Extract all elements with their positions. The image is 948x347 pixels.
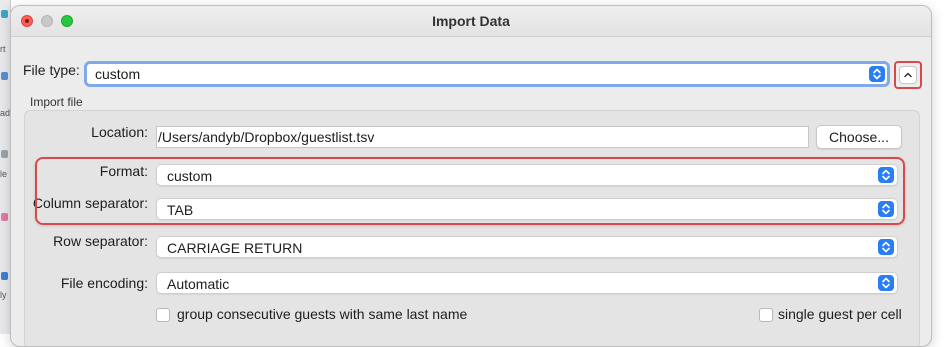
app-icon [1, 10, 8, 18]
format-separator-highlight [35, 157, 905, 225]
file-encoding-select[interactable]: Automatic [156, 272, 898, 294]
chevron-up-icon [904, 72, 912, 78]
single-guest-label: single guest per cell [778, 306, 902, 322]
sidebar-fragment: ad [0, 108, 11, 118]
group-consecutive-checkbox[interactable] [156, 308, 170, 322]
up-down-chevrons-icon [869, 66, 885, 82]
file-encoding-value: Automatic [167, 276, 230, 292]
file-type-select[interactable]: custom [84, 61, 890, 87]
group-consecutive-label: group consecutive guests with same last … [177, 306, 468, 322]
file-type-label: File type: [23, 62, 80, 78]
single-guest-checkbox[interactable] [759, 308, 773, 322]
sidebar-fragment: le [0, 169, 8, 179]
location-field[interactable]: /Users/andyb/Dropbox/guestlist.tsv [156, 126, 809, 148]
import-file-section-title: Import file [30, 95, 83, 109]
row-separator-select[interactable]: CARRIAGE RETURN [156, 236, 898, 258]
collapse-highlight [894, 61, 922, 89]
sidebar-fragment: ly [0, 290, 7, 300]
row-separator-value: CARRIAGE RETURN [167, 240, 303, 256]
location-label: Location: [91, 124, 148, 140]
file-encoding-label: File encoding: [60, 275, 148, 291]
sidebar-fragment: rt [0, 44, 6, 54]
app-icon [1, 213, 8, 221]
up-down-chevrons-icon [878, 275, 894, 291]
app-icon [1, 272, 8, 280]
row-separator-label: Row separator: [53, 233, 148, 249]
window-title: Import Data [432, 13, 510, 29]
title-bar: Import Data [11, 6, 931, 37]
location-value: /Users/andyb/Dropbox/guestlist.tsv [158, 129, 375, 145]
file-type-value: custom [95, 66, 141, 82]
collapse-button[interactable] [899, 66, 917, 84]
up-down-chevrons-icon [878, 239, 894, 255]
import-data-dialog: Import Data File type: custom Import fil… [10, 5, 932, 347]
choose-button[interactable]: Choose... [816, 125, 902, 149]
app-icon [1, 72, 8, 80]
app-icon [1, 150, 8, 158]
